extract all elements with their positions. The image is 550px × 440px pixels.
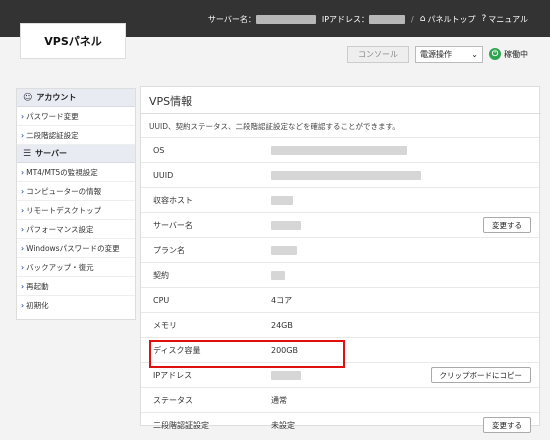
sidebar: ☺ アカウント › パスワード変更 › 二段階認証設定 ☰ サーバー › MT4… [16, 88, 136, 320]
chevron-right-icon: › [21, 243, 25, 253]
sidebar-item-2fa-settings[interactable]: › 二段階認証設定 [17, 126, 135, 145]
status-label: 稼働中 [504, 49, 528, 59]
sidebar-item-password-change[interactable]: › パスワード変更 [17, 107, 135, 126]
vps-info-table: OS UUID 収容ホスト サーバー名 変更する プラン名 契約 CPU 4コア [141, 137, 541, 437]
table-row-os: OS [141, 137, 541, 162]
server-name-value-redacted [271, 221, 301, 230]
action-toolbar: コンソール 電源操作 ⌄ ⏻ 稼働中 [347, 45, 528, 63]
table-row-cpu: CPU 4コア [141, 287, 541, 312]
sidebar-item-label: 二段階認証設定 [26, 130, 79, 140]
row-label: ステータス [153, 395, 193, 405]
chevron-right-icon: › [21, 281, 25, 291]
sidebar-item-remote-desktop[interactable]: › リモートデスクトップ [17, 201, 135, 220]
sidebar-item-label: 再起動 [26, 281, 49, 291]
chevron-right-icon: › [21, 205, 25, 215]
help-icon: ? [481, 14, 487, 24]
sidebar-item-label: MT4/MT5の監視設定 [26, 167, 98, 177]
sidebar-item-performance[interactable]: › パフォーマンス設定 [17, 220, 135, 239]
sidebar-item-windows-password[interactable]: › Windowsパスワードの変更 [17, 239, 135, 258]
cpu-value: 4コア [271, 295, 293, 305]
sidebar-item-backup-restore[interactable]: › バックアップ・復元 [17, 258, 135, 277]
status-indicator: ⏻ 稼働中 [489, 48, 528, 60]
row-label: 二段階認証設定 [153, 420, 209, 430]
row-label: 契約 [153, 270, 169, 280]
sidebar-item-label: リモートデスクトップ [26, 205, 102, 215]
sidebar-item-label: Windowsパスワードの変更 [26, 243, 120, 253]
status-value: 通常 [271, 395, 287, 405]
power-icon: ⏻ [489, 48, 501, 60]
chevron-right-icon: › [21, 301, 25, 310]
power-operation-select[interactable]: 電源操作 ⌄ [415, 45, 483, 63]
table-row-contract: 契約 [141, 262, 541, 287]
row-label: CPU [153, 295, 170, 305]
row-label: プラン名 [153, 245, 185, 255]
copy-to-clipboard-button[interactable]: クリップボードにコピー [430, 367, 531, 383]
table-row-memory: メモリ 24GB [141, 312, 541, 337]
server-name-label: サーバー名： [207, 14, 256, 24]
table-row-status: ステータス 通常 [141, 387, 541, 412]
sidebar-item-label: パスワード変更 [26, 111, 79, 121]
sidebar-item-computer-info[interactable]: › コンピューターの情報 [17, 182, 135, 201]
row-label: メモリ [153, 320, 177, 330]
2fa-value: 未設定 [271, 420, 295, 430]
chevron-right-icon: › [21, 224, 25, 234]
change-server-name-button[interactable]: 変更する [483, 217, 531, 233]
chevron-right-icon: › [21, 167, 25, 177]
sidebar-item-label: バックアップ・復元 [26, 262, 94, 272]
ip-label: IPアドレス： [321, 14, 370, 24]
page-title: VPS情報 [149, 95, 193, 108]
row-label: UUID [153, 170, 174, 180]
server-icon: ☰ [23, 148, 32, 159]
power-select-value: 電源操作 [420, 49, 452, 59]
chevron-right-icon: › [21, 111, 25, 121]
header-info: サーバー名： IPアドレス： / ⌂ パネルトップ ? マニュアル [208, 12, 528, 26]
console-button[interactable]: コンソール [347, 45, 409, 63]
plan-value-redacted [271, 246, 297, 255]
panel-top-link[interactable]: パネルトップ [427, 14, 475, 25]
sidebar-item-reboot[interactable]: › 再起動 [17, 277, 135, 296]
sidebar-item-initialize[interactable]: › 初期化 [17, 296, 135, 315]
vps-panel-logo[interactable]: VPSパネル [20, 23, 126, 59]
os-value-redacted [271, 146, 407, 155]
sidebar-item-label: パフォーマンス設定 [26, 224, 94, 234]
table-row-host: 収容ホスト [141, 187, 541, 212]
server-name-redacted [255, 14, 316, 24]
uuid-value-redacted [271, 171, 421, 180]
user-icon: ☺ [23, 92, 33, 103]
ip-address-highlight-box [149, 340, 345, 368]
server-heading-label: サーバー [35, 149, 67, 158]
change-2fa-button[interactable]: 変更する [483, 417, 531, 433]
memory-value: 24GB [271, 320, 293, 330]
sidebar-item-label: コンピューターの情報 [26, 186, 102, 196]
sidebar-heading-account: ☺ アカウント [17, 89, 135, 107]
header-separator: / [411, 14, 414, 24]
row-label: 収容ホスト [153, 195, 193, 205]
ip-value-redacted [271, 371, 301, 380]
page-description: UUID、契約ステータス、二段階認証設定などを確認することができます。 [149, 122, 400, 131]
contract-value-redacted [271, 271, 285, 280]
vps-info-panel: VPS情報 UUID、契約ステータス、二段階認証設定などを確認することができます… [140, 86, 541, 433]
row-label: OS [153, 145, 165, 155]
home-icon: ⌂ [419, 14, 426, 24]
table-row-server-name: サーバー名 変更する [141, 212, 541, 237]
account-heading-label: アカウント [36, 93, 77, 102]
sidebar-item-label: 初期化 [26, 301, 49, 310]
sidebar-item-mt-monitoring[interactable]: › MT4/MT5の監視設定 [17, 163, 135, 182]
chevron-right-icon: › [21, 262, 25, 272]
chevron-down-icon: ⌄ [471, 49, 478, 59]
chevron-right-icon: › [21, 130, 25, 140]
chevron-right-icon: › [21, 186, 25, 196]
row-label: IPアドレス [153, 370, 193, 380]
manual-link[interactable]: マニュアル [488, 14, 528, 25]
ip-redacted [369, 14, 406, 24]
table-row-plan: プラン名 [141, 237, 541, 262]
table-row-uuid: UUID [141, 162, 541, 187]
host-value-redacted [271, 196, 293, 205]
sidebar-heading-server: ☰ サーバー [17, 145, 135, 163]
table-row-2fa: 二段階認証設定 未設定 変更する [141, 412, 541, 437]
row-label: サーバー名 [153, 220, 193, 230]
title-divider [141, 113, 541, 114]
